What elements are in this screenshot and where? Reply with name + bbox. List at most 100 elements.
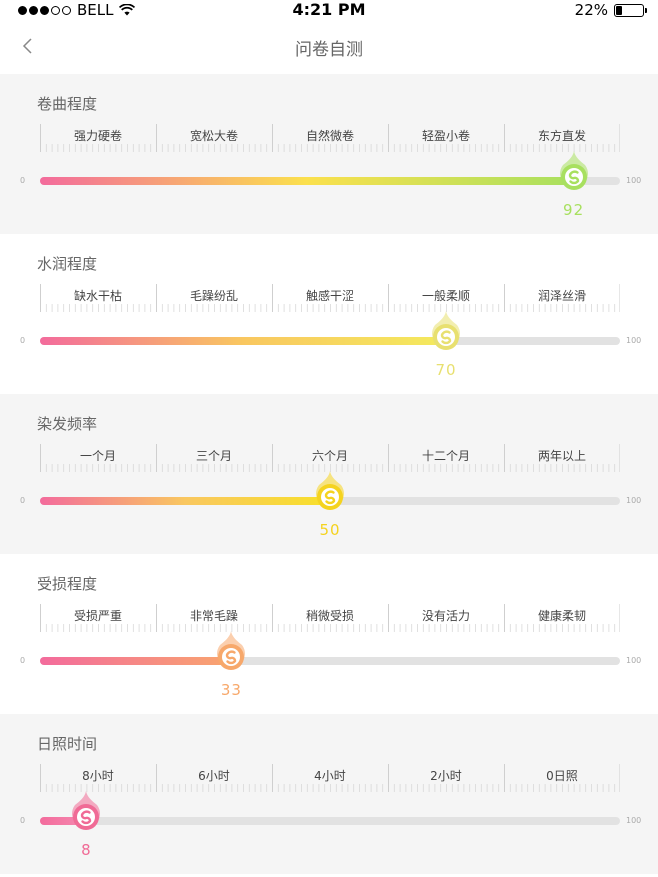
option-cell[interactable]: 自然微卷 — [272, 124, 388, 158]
option-label: 6小时 — [198, 769, 230, 783]
slider-fill — [40, 337, 446, 345]
option-label: 东方直发 — [537, 129, 586, 143]
option-label: 稍微受损 — [305, 609, 354, 623]
scale-min-label: 0 — [20, 336, 26, 345]
slider-fill — [40, 657, 232, 665]
option-label: 没有活力 — [421, 609, 470, 623]
slider-value: 50 — [319, 521, 341, 539]
slider-value: 8 — [81, 841, 92, 859]
question-section: 卷曲程度强力硬卷 宽松大卷 自然微卷 轻盈小卷 东方直发 0 100 92 — [0, 74, 658, 234]
option-cell[interactable]: 受损严重 — [40, 604, 156, 638]
section-title: 日照时间 — [37, 735, 98, 753]
option-cell[interactable]: 6小时 — [156, 764, 272, 798]
droplet-swirl-icon — [217, 631, 246, 670]
option-cell[interactable]: 缺水干枯 — [40, 284, 156, 318]
option-cell[interactable]: 宽松大卷 — [156, 124, 272, 158]
battery-info: 22% — [574, 1, 647, 19]
option-cell[interactable]: 一个月 — [40, 444, 156, 478]
slider-track[interactable] — [40, 657, 620, 665]
option-label: 毛躁纷乱 — [189, 289, 238, 303]
option-cell[interactable]: 健康柔韧 — [504, 604, 620, 638]
section-title: 卷曲程度 — [37, 95, 98, 113]
slider-value: 92 — [563, 201, 585, 219]
droplet-swirl-icon — [316, 471, 344, 510]
option-label: 受损严重 — [73, 609, 122, 623]
option-label: 一般柔顺 — [421, 289, 470, 303]
battery-icon — [614, 3, 647, 17]
option-cell[interactable]: 轻盈小卷 — [388, 124, 504, 158]
option-label: 三个月 — [195, 449, 232, 463]
droplet-swirl-icon — [559, 151, 588, 190]
slider-thumb[interactable] — [215, 631, 247, 681]
battery-percent: 22% — [574, 1, 608, 19]
option-cell[interactable]: 稍微受损 — [272, 604, 388, 638]
option-cell[interactable]: 2小时 — [388, 764, 504, 798]
section-title: 受损程度 — [37, 575, 98, 593]
question-section: 水润程度缺水干枯 毛躁纷乱 触感干涩 一般柔顺 润泽丝滑 0 100 70 — [0, 234, 658, 394]
option-label: 8小时 — [82, 769, 114, 783]
slider-value: 70 — [435, 361, 457, 379]
option-cell[interactable]: 4小时 — [272, 764, 388, 798]
section-title: 染发频率 — [37, 415, 98, 433]
option-label: 触感干涩 — [305, 289, 354, 303]
option-scale: 缺水干枯 毛躁纷乱 触感干涩 一般柔顺 润泽丝滑 — [40, 284, 620, 318]
clock: 4:21 PM — [292, 0, 366, 19]
scale-min-label: 0 — [20, 656, 26, 665]
option-label: 强力硬卷 — [73, 129, 122, 143]
slider-fill — [40, 177, 574, 185]
option-label: 4小时 — [314, 769, 346, 783]
option-cell[interactable]: 毛躁纷乱 — [156, 284, 272, 318]
option-cell[interactable]: 三个月 — [156, 444, 272, 478]
question-section: 染发频率一个月 三个月 六个月 十二个月 两年以上 0 100 50 — [0, 394, 658, 554]
section-title: 水润程度 — [37, 255, 98, 273]
option-label: 0日照 — [546, 769, 578, 783]
option-label: 2小时 — [430, 769, 462, 783]
question-section: 受损程度受损严重 非常毛躁 稍微受损 没有活力 健康柔韧 0 100 33 — [0, 554, 658, 714]
option-label: 宽松大卷 — [189, 129, 238, 143]
option-label: 缺水干枯 — [73, 289, 122, 303]
option-label: 健康柔韧 — [537, 609, 586, 623]
option-label: 非常毛躁 — [189, 609, 238, 623]
option-scale: 强力硬卷 宽松大卷 自然微卷 轻盈小卷 东方直发 — [40, 124, 620, 158]
scale-max-label: 100 — [626, 656, 642, 665]
option-cell[interactable]: 十二个月 — [388, 444, 504, 478]
option-cell[interactable]: 两年以上 — [504, 444, 620, 478]
option-label: 自然微卷 — [305, 129, 354, 143]
scale-max-label: 100 — [626, 496, 642, 505]
option-cell[interactable]: 润泽丝滑 — [504, 284, 620, 318]
slider-fill — [40, 497, 330, 505]
option-cell[interactable]: 强力硬卷 — [40, 124, 156, 158]
page-title: 问卷自测 — [295, 40, 363, 60]
scale-min-label: 0 — [20, 176, 26, 185]
option-cell[interactable]: 触感干涩 — [272, 284, 388, 318]
scale-min-label: 0 — [20, 496, 26, 505]
option-scale: 受损严重 非常毛躁 稍微受损 没有活力 健康柔韧 — [40, 604, 620, 638]
slider-thumb[interactable] — [558, 151, 590, 201]
option-scale: 8小时 6小时 4小时 2小时 0日照 — [40, 764, 620, 798]
droplet-swirl-icon — [432, 311, 460, 350]
option-label: 润泽丝滑 — [537, 289, 586, 303]
option-cell[interactable]: 0日照 — [504, 764, 620, 798]
slider-thumb[interactable] — [70, 791, 102, 841]
option-label: 两年以上 — [537, 449, 586, 463]
scale-max-label: 100 — [626, 816, 642, 825]
droplet-swirl-icon — [72, 791, 101, 830]
option-label: 六个月 — [311, 449, 348, 463]
option-label: 十二个月 — [421, 449, 470, 463]
navigation-bar: 问卷自测 — [0, 20, 658, 74]
scale-max-label: 100 — [626, 176, 642, 185]
slider-track[interactable] — [40, 337, 620, 345]
option-cell[interactable]: 非常毛躁 — [156, 604, 272, 638]
scale-max-label: 100 — [626, 336, 642, 345]
slider-thumb[interactable] — [314, 471, 346, 521]
slider-thumb[interactable] — [430, 311, 462, 361]
slider-track[interactable] — [40, 817, 620, 825]
option-cell[interactable]: 没有活力 — [388, 604, 504, 638]
option-label: 轻盈小卷 — [421, 129, 470, 143]
slider-track[interactable] — [40, 177, 620, 185]
question-section: 日照时间 8小时 6小时 4小时 2小时 0日照 0 100 8 — [0, 714, 658, 874]
option-label: 一个月 — [79, 449, 116, 463]
scale-min-label: 0 — [20, 816, 26, 825]
status-bar: BELL 4:21 PM 22% — [0, 0, 658, 20]
slider-value: 33 — [220, 681, 242, 699]
